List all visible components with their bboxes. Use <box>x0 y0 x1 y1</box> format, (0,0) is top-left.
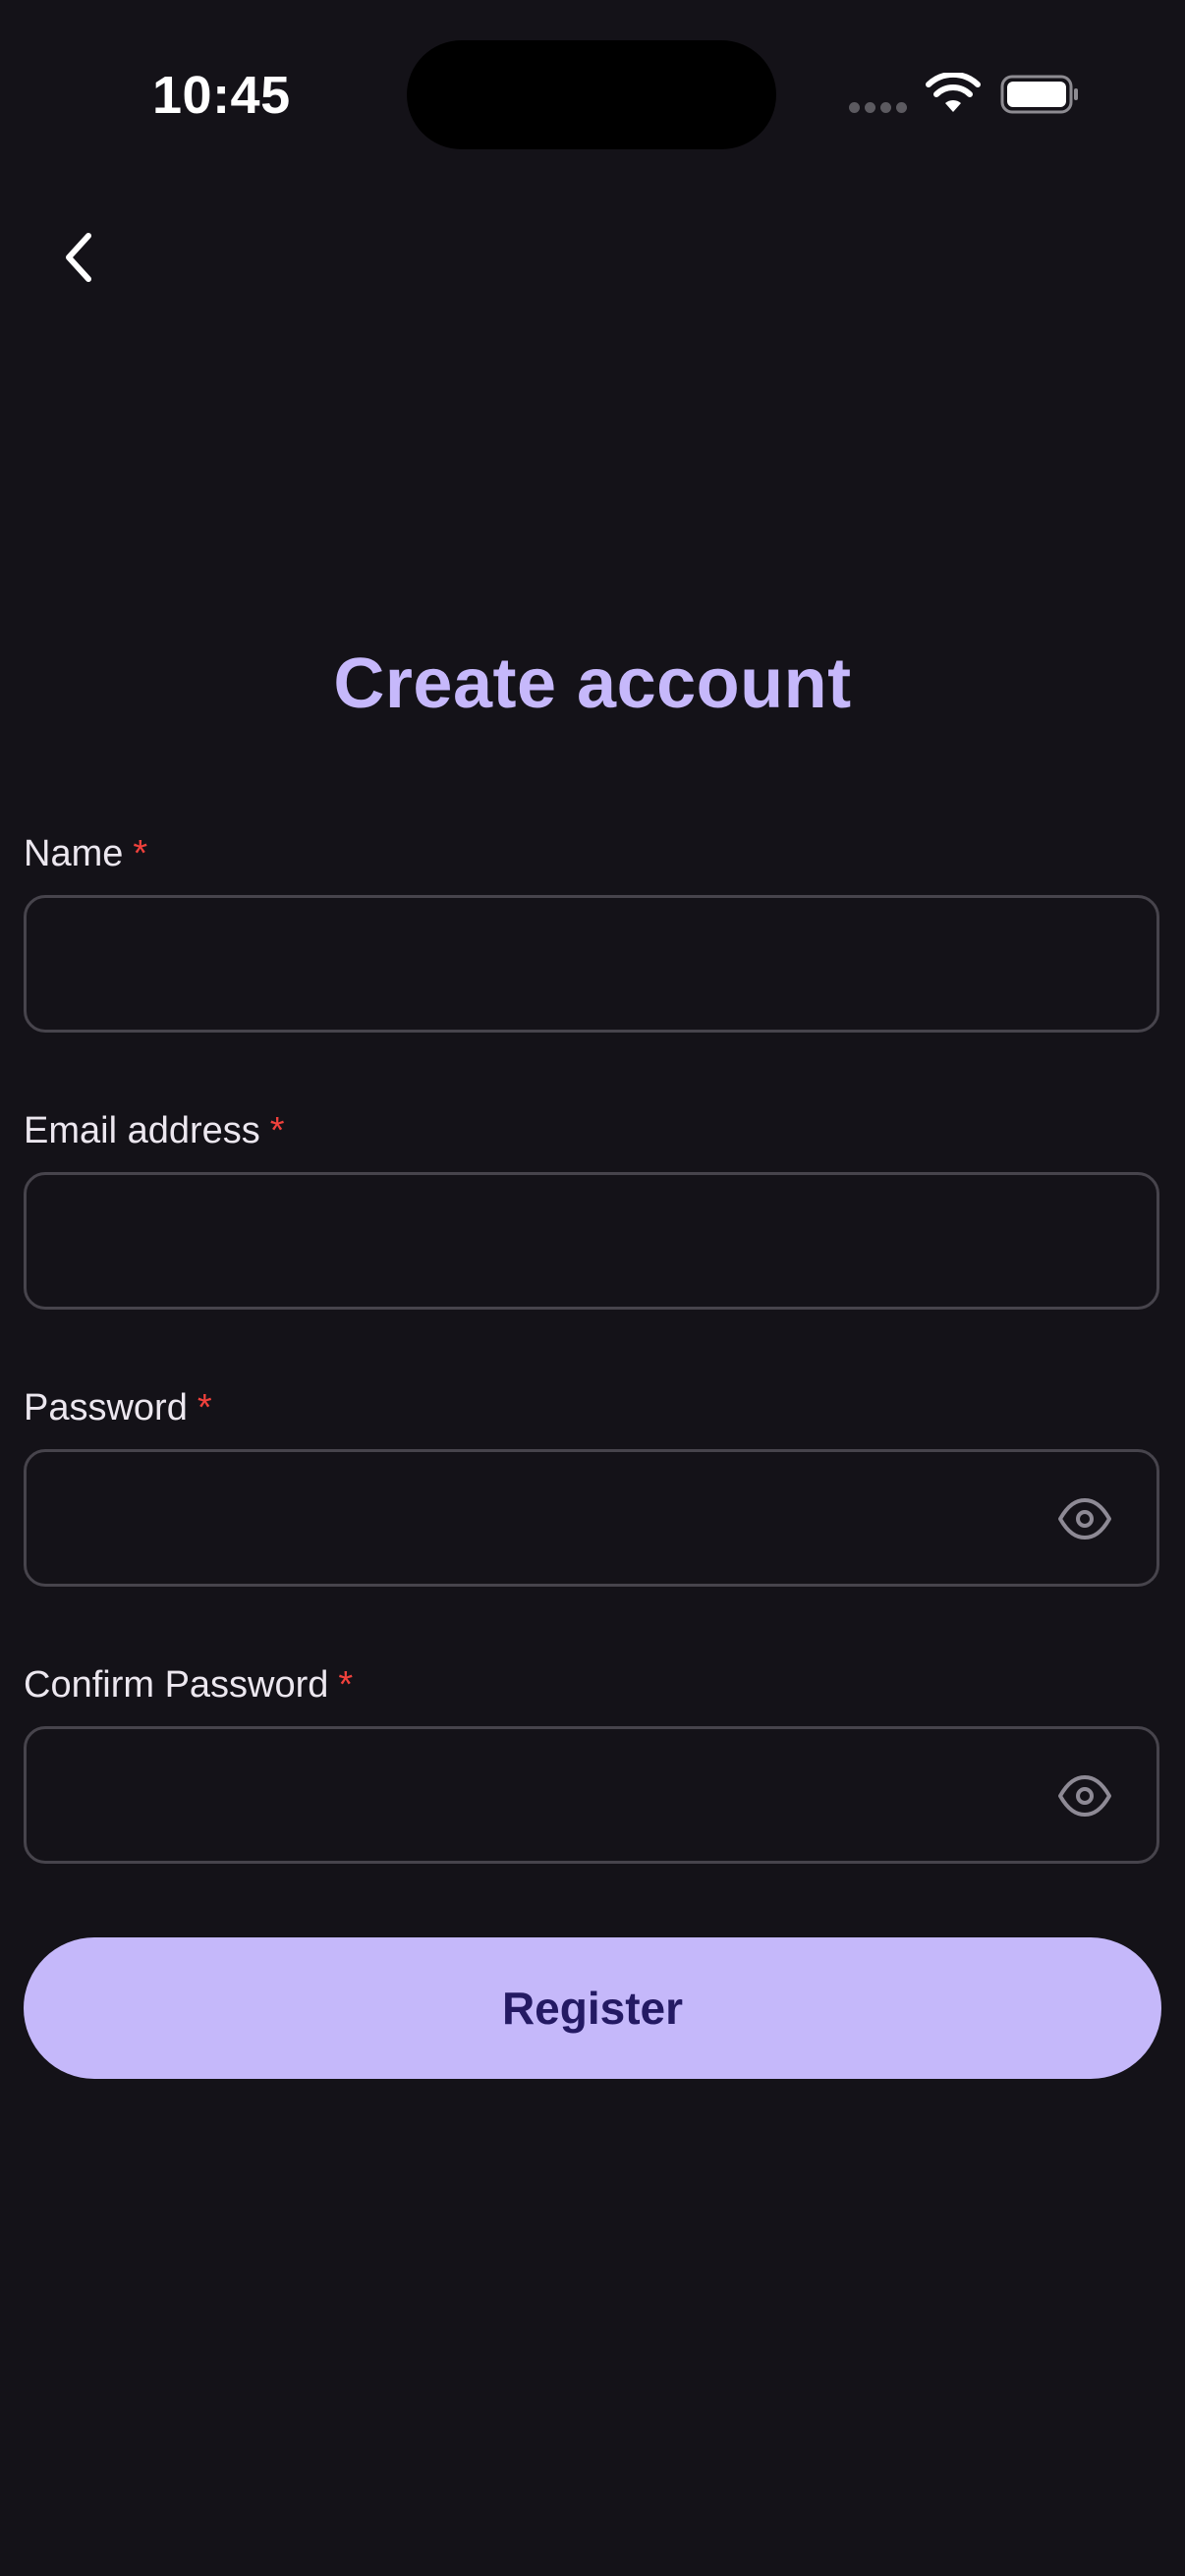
back-button[interactable] <box>39 218 118 297</box>
name-label: Name * <box>24 833 147 875</box>
name-input[interactable] <box>27 898 1157 1030</box>
email-label: Email address * <box>24 1110 285 1152</box>
eye-icon[interactable] <box>1056 1770 1113 1821</box>
confirm-password-field[interactable] <box>24 1726 1159 1864</box>
register-screen: 10:45 Create account Name * Email addres… <box>0 0 1185 2576</box>
email-label-text: Email address <box>24 1110 260 1151</box>
chevron-left-icon <box>66 233 91 282</box>
battery-icon <box>1000 75 1078 114</box>
name-field[interactable] <box>24 895 1159 1033</box>
confirm-password-label-text: Confirm Password <box>24 1664 329 1706</box>
required-marker: * <box>269 1110 285 1151</box>
required-marker: * <box>197 1387 212 1428</box>
register-button[interactable]: Register <box>24 1937 1161 2079</box>
password-label-text: Password <box>24 1387 188 1428</box>
password-input[interactable] <box>27 1452 1157 1584</box>
password-field[interactable] <box>24 1449 1159 1587</box>
required-marker: * <box>338 1664 354 1706</box>
password-label: Password * <box>24 1387 212 1429</box>
status-time: 10:45 <box>152 66 291 125</box>
name-label-text: Name <box>24 833 124 874</box>
dynamic-island <box>407 40 776 149</box>
email-input[interactable] <box>27 1175 1157 1307</box>
register-button-label: Register <box>501 1983 684 2034</box>
wifi-icon <box>926 73 981 112</box>
required-marker: * <box>133 833 148 874</box>
eye-icon[interactable] <box>1056 1493 1113 1544</box>
confirm-password-input[interactable] <box>27 1729 1157 1861</box>
email-field[interactable] <box>24 1172 1159 1310</box>
cellular-signal-icon <box>849 102 908 114</box>
confirm-password-label: Confirm Password * <box>24 1664 353 1707</box>
status-bar: 10:45 <box>0 0 1185 196</box>
page-title: Create account <box>333 644 852 723</box>
